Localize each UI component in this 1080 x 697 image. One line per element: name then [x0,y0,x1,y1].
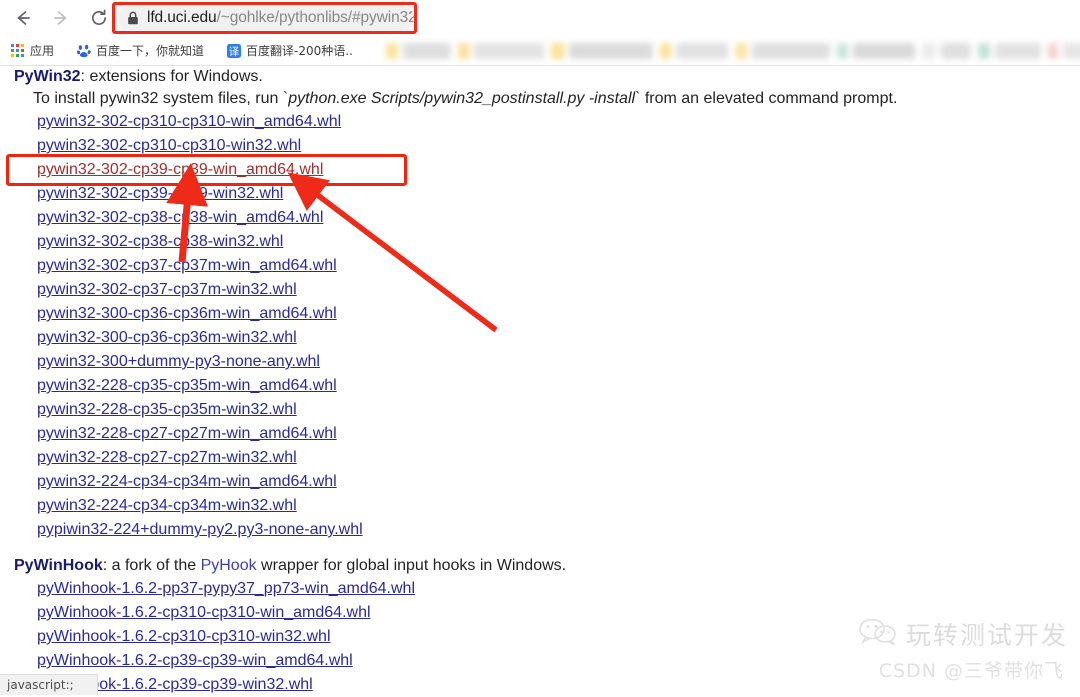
page-content: PyWin32: extensions for Windows. To inst… [0,66,1080,695]
download-link[interactable]: pywin32-300-cp36-cp36m-win_amd64.whl [37,302,337,326]
blurred-bookmark-icon [550,42,564,59]
bookmark-label: 应用 [30,44,55,58]
pywinhook-download-list: pyWinhook-1.6.2-pp37-pypy37_pp73-win_amd… [0,577,1080,697]
blurred-bookmark[interactable] [659,41,728,61]
download-link[interactable]: pywin32-302-cp310-cp310-win_amd64.whl [37,110,341,134]
blurred-bookmark[interactable] [977,41,1041,61]
reload-button[interactable] [84,3,114,33]
blurred-bookmark-icon [457,42,469,59]
reload-icon [91,9,107,25]
download-link[interactable]: pywin32-300-cp36-cp36m-win32.whl [37,326,297,350]
install-note-command: python.exe Scripts/pywin32_postinstall.p… [288,90,636,107]
download-link[interactable]: pywin32-300+dummy-py3-none-any.whl [37,350,320,374]
section-description-post: wrapper for global input hooks in Window… [256,557,567,574]
section-heading-pywinhook: PyWinHook: a fork of the PyHook wrapper … [0,555,1080,577]
blurred-bookmark[interactable] [1047,41,1080,61]
blurred-bookmark[interactable] [836,41,915,61]
browser-chrome: lfd.uci.edu/~gohlke/pythonlibs/#pywin32 … [0,0,1080,66]
download-link[interactable]: pywin32-302-cp38-cp38-win_amd64.whl [37,206,323,230]
section-title: PyWin32 [14,68,81,85]
baidu-translate-icon: 译 [226,43,241,58]
install-note-prefix: To install pywin32 system files, run ` [33,90,289,107]
back-arrow-icon [17,11,30,25]
status-bar-text: javascript:; [7,678,74,692]
section-description: : extensions for Windows. [80,68,263,85]
status-bar: javascript:; [0,674,98,695]
download-link[interactable]: pywin32-224-cp34-cp34m-win32.whl [37,494,297,518]
pyhook-link[interactable]: PyHook [201,557,257,574]
section-title: PyWinHook [14,557,103,574]
svg-text:译: 译 [228,46,239,58]
blurred-bookmark-label [852,42,915,59]
pywin32-download-list: pywin32-302-cp310-cp310-win_amd64.whl pyw… [0,110,1080,542]
address-bar-path: /~gohlke/pythonlibs/#pywin32 [216,9,414,26]
bookmark-label: 百度一下，你就知道 [96,44,205,58]
blurred-bookmark-label [675,42,728,59]
lock-icon [127,11,139,25]
blurred-bookmarks-group [379,41,1080,61]
blurred-bookmark-label [751,42,830,59]
download-link[interactable]: pyWinhook-1.6.2-cp39-cp39-win_amd64.whl [37,649,353,673]
download-link[interactable]: pywin32-228-cp35-cp35m-win_amd64.whl [37,374,337,398]
blurred-bookmark-label [940,42,971,59]
blurred-bookmark[interactable] [457,41,544,61]
forward-button[interactable] [46,3,76,33]
bookmark-label: 百度翻译-200种语.. [246,44,353,58]
bookmarks-bar: 应用 百度一下，你就知道 译 百度翻译-200种语.. [0,36,1080,66]
section-heading-pywin32: PyWin32: extensions for Windows. [0,66,1080,88]
address-bar-highlight: lfd.uci.edu/~gohlke/pythonlibs/#pywin32 [112,2,417,34]
download-link[interactable]: pywin32-302-cp38-cp38-win32.whl [37,230,283,254]
download-link[interactable]: pywin32-302-cp310-cp310-win32.whl [37,134,301,158]
blurred-bookmark-label [994,42,1041,59]
download-link[interactable]: pyWinhook-1.6.2-cp310-cp310-win32.whl [37,625,331,649]
download-link[interactable]: pywin32-228-cp35-cp35m-win32.whl [37,398,297,422]
bookmark-baidu[interactable]: 百度一下，你就知道 [72,40,208,62]
blurred-bookmark-icon [836,42,848,59]
download-link[interactable]: pywin32-302-cp37-cp37m-win32.whl [37,278,297,302]
back-button[interactable] [8,3,38,33]
blurred-bookmark[interactable] [385,41,451,61]
blurred-bookmark-label [402,42,451,59]
blurred-bookmark-icon [734,42,747,59]
blurred-bookmark-label [1062,42,1080,59]
address-bar[interactable]: lfd.uci.edu/~gohlke/pythonlibs/#pywin32 [119,5,414,31]
download-link[interactable]: pywin32-302-cp39-cp39-win32.whl [37,182,283,206]
download-link[interactable]: pywin32-302-cp39-cp39-win_amd64.whl [37,158,323,182]
section-description-pre: : a fork of the [102,557,201,574]
address-bar-url: lfd.uci.edu/~gohlke/pythonlibs/#pywin32 [147,9,414,27]
blurred-bookmark-icon [659,42,671,59]
blurred-bookmark[interactable] [734,41,830,61]
install-note-suffix: ` from an elevated command prompt. [635,90,898,107]
apps-grid-icon [10,43,25,58]
download-link[interactable]: pypiwin32-224+dummy-py2.py3-none-any.whl [37,518,363,542]
blurred-bookmark-icon [385,42,398,59]
download-link[interactable]: pywin32-228-cp27-cp27m-win32.whl [37,446,297,470]
bookmark-apps[interactable]: 应用 [6,40,58,62]
blurred-bookmark-label [568,42,653,59]
download-link[interactable]: pywin32-224-cp34-cp34m-win_amd64.whl [37,470,337,494]
bookmark-baidu-translate[interactable]: 译 百度翻译-200种语.. [222,40,357,62]
baidu-icon [76,43,91,58]
blurred-bookmark-icon [1047,42,1058,59]
download-link[interactable]: pywin32-302-cp37-cp37m-win_amd64.whl [37,254,337,278]
blurred-bookmark-icon [977,42,990,59]
install-note: To install pywin32 system files, run `py… [0,88,1080,110]
download-link[interactable]: pyWinhook-1.6.2-pp37-pypy37_pp73-win_amd… [37,577,415,601]
blurred-bookmark[interactable] [921,41,971,61]
download-link[interactable]: pyWinhook-1.6.2-cp310-cp310-win_amd64.wh… [37,601,371,625]
address-bar-host: lfd.uci.edu [147,9,217,26]
blurred-bookmark[interactable] [550,41,653,61]
blurred-bookmark-label [473,42,544,59]
blurred-bookmark-icon [921,42,936,59]
download-link[interactable]: pywin32-228-cp27-cp27m-win_amd64.whl [37,422,337,446]
forward-arrow-icon [54,11,67,25]
